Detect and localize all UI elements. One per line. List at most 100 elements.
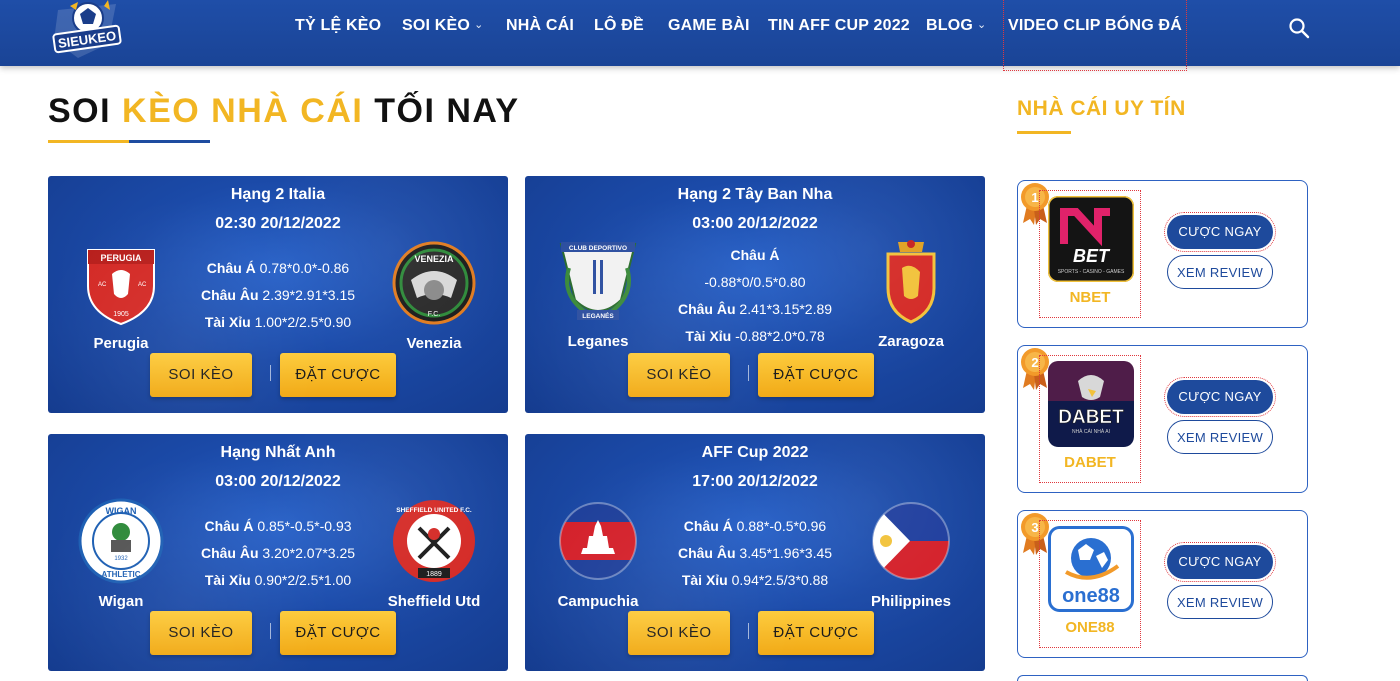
crest-text: SHEFFIELD UNITED F.C. bbox=[396, 507, 472, 514]
odds-label: Châu Âu bbox=[677, 545, 736, 561]
dat-cuoc-button[interactable]: ĐẶT CƯỢC bbox=[280, 611, 396, 655]
team-name: Perugia bbox=[93, 335, 149, 352]
logo-text: DABET bbox=[1058, 407, 1124, 428]
nav-soi-keo[interactable]: SOI KÈO ⌄ bbox=[402, 17, 484, 35]
logo-text: SPORTS - CASINO - GAMES bbox=[1058, 269, 1125, 275]
rank-number: 3 bbox=[1031, 520, 1038, 535]
match-card: Hạng Nhất Anh 03:00 20/12/2022 WIGAN 193… bbox=[48, 434, 508, 671]
bookie-logo-link[interactable]: BET SPORTS - CASINO - GAMES NBET bbox=[1039, 190, 1141, 318]
title-part2: TỐI NAY bbox=[363, 92, 520, 130]
match-card: Hạng 2 Tây Ban Nha 03:00 20/12/2022 CLUB… bbox=[525, 176, 985, 413]
odds-label: Châu Á bbox=[206, 260, 256, 276]
philippines-flag-icon bbox=[872, 502, 950, 580]
odds-value: 0.78*0.0*-0.86 bbox=[259, 260, 350, 276]
away-team[interactable]: Zaragoza bbox=[851, 238, 971, 350]
match-actions: SOI KÈO ĐẶT CƯỢC bbox=[525, 611, 985, 655]
match-time: 17:00 20/12/2022 bbox=[692, 473, 818, 490]
bookie-name: ONE88 bbox=[1065, 619, 1115, 636]
nav-lo-de[interactable]: LÔ ĐỀ bbox=[594, 17, 644, 35]
odds-label: Châu Âu bbox=[200, 545, 259, 561]
nav-game-bai[interactable]: GAME BÀI bbox=[668, 17, 750, 35]
xem-review-button[interactable]: XEM REVIEW bbox=[1167, 255, 1273, 289]
dat-cuoc-button[interactable]: ĐẶT CƯỢC bbox=[280, 353, 396, 397]
nav-nha-cai[interactable]: NHÀ CÁI bbox=[506, 17, 574, 35]
match-time: 03:00 20/12/2022 bbox=[692, 215, 818, 232]
odds-value: 3.20*2.07*3.25 bbox=[262, 545, 356, 561]
nav-label: SOI KÈO bbox=[402, 17, 471, 34]
soi-keo-button[interactable]: SOI KÈO bbox=[628, 353, 730, 397]
odds-label: Châu Á bbox=[730, 247, 780, 263]
site-header: SIEUKEO TỶ LỆ KÈO SOI KÈO ⌄ NHÀ CÁI LÔ ĐỀ… bbox=[0, 0, 1400, 71]
team-name: Zaragoza bbox=[878, 333, 944, 350]
away-team[interactable]: SHEFFIELD UNITED F.C. 1889 Sheffield Utd bbox=[374, 498, 494, 610]
odds-value: 0.90*2/2.5*1.00 bbox=[254, 572, 352, 588]
match-league: Hạng Nhất Anh bbox=[220, 444, 336, 461]
match-league: Hạng 2 Italia bbox=[230, 186, 326, 203]
dabet-logo-icon: DABET NHÀ CÁI NHÀ AI bbox=[1048, 361, 1134, 447]
crest-text: VENEZIA bbox=[414, 254, 454, 264]
match-league: Hạng 2 Tây Ban Nha bbox=[677, 186, 833, 203]
cuoc-ngay-button[interactable]: CƯỢC NGAY bbox=[1164, 377, 1276, 417]
site-logo[interactable]: SIEUKEO bbox=[48, 0, 126, 60]
one88-logo-icon: one88 bbox=[1048, 526, 1134, 612]
nav-video-clip[interactable]: VIDEO CLIP BÓNG ĐÁ bbox=[1003, 0, 1187, 71]
match-card: Hạng 2 Italia 02:30 20/12/2022 PERUGIA A… bbox=[48, 176, 508, 413]
dat-cuoc-button[interactable]: ĐẶT CƯỢC bbox=[758, 353, 874, 397]
bookie-logo-link[interactable]: one88 ONE88 bbox=[1039, 520, 1141, 648]
bookie-logo-link[interactable]: DABET NHÀ CÁI NHÀ AI DABET bbox=[1039, 355, 1141, 483]
match-actions: SOI KÈO ĐẶT CƯỢC bbox=[48, 611, 508, 655]
crest-text: 1889 bbox=[426, 571, 442, 578]
soi-keo-button[interactable]: SOI KÈO bbox=[628, 611, 730, 655]
odds-label: Tài Xỉu bbox=[685, 328, 732, 344]
bookie-card-one88: 3 one88 ONE88 CƯỢC NGAY XEM REVIEW bbox=[1017, 510, 1308, 658]
title-part1: SOI bbox=[48, 92, 123, 130]
sidebar-title: NHÀ CÁI UY TÍN bbox=[1017, 97, 1186, 120]
match-actions: SOI KÈO ĐẶT CƯỢC bbox=[525, 353, 985, 397]
odds-value: 0.85*-0.5*-0.93 bbox=[257, 518, 352, 534]
away-team[interactable]: VENEZIA F.C. Venezia bbox=[374, 240, 494, 352]
search-icon[interactable] bbox=[1288, 17, 1310, 39]
odds-label: Châu Á bbox=[683, 518, 733, 534]
nbet-logo-icon: BET SPORTS - CASINO - GAMES bbox=[1048, 196, 1134, 282]
rank-number: 1 bbox=[1031, 190, 1038, 205]
team-name: Philippines bbox=[870, 593, 951, 610]
bookie-card-dabet: 2 DABET NHÀ CÁI NHÀ AI DABET CƯỢC NGAY X… bbox=[1017, 345, 1308, 493]
xem-review-button[interactable]: XEM REVIEW bbox=[1167, 420, 1273, 454]
bookie-name: DABET bbox=[1064, 454, 1116, 471]
sidebar-title-underline bbox=[1017, 131, 1071, 134]
chevron-down-icon: ⌄ bbox=[977, 19, 987, 31]
match-actions: SOI KÈO ĐẶT CƯỢC bbox=[48, 353, 508, 397]
odds-label: Châu Âu bbox=[677, 301, 736, 317]
cuoc-ngay-button[interactable]: CƯỢC NGAY bbox=[1164, 212, 1276, 252]
logo-text: BET bbox=[1073, 246, 1111, 266]
venezia-crest-icon: VENEZIA F.C. bbox=[392, 241, 476, 325]
soi-keo-button[interactable]: SOI KÈO bbox=[150, 353, 252, 397]
nav-label: LÔ ĐỀ bbox=[594, 17, 644, 34]
nav-ty-le-keo[interactable]: TỶ LỆ KÈO bbox=[295, 17, 381, 35]
rank-number: 2 bbox=[1031, 355, 1038, 370]
team-name: Wigan bbox=[98, 593, 144, 610]
match-time: 03:00 20/12/2022 bbox=[215, 473, 341, 490]
nav-label: NHÀ CÁI bbox=[506, 17, 575, 34]
nav-label: VIDEO CLIP BÓNG ĐÁ bbox=[1008, 17, 1182, 34]
away-team[interactable]: Philippines bbox=[851, 498, 971, 610]
odds-value: 0.94*2.5/3*0.88 bbox=[731, 572, 829, 588]
page-title: SOI KÈO NHÀ CÁI TỐI NAY bbox=[48, 92, 520, 131]
odds-value: -0.88*2.0*0.78 bbox=[735, 328, 825, 344]
logo-text: NHÀ CÁI NHÀ AI bbox=[1072, 428, 1110, 435]
odds-value: -0.88*0/0.5*0.80 bbox=[704, 274, 806, 290]
bookie-card-partial bbox=[1017, 675, 1308, 681]
team-name: Campuchia bbox=[557, 593, 639, 610]
odds-value: 0.88*-0.5*0.96 bbox=[736, 518, 827, 534]
title-accent: KÈO NHÀ CÁI bbox=[122, 92, 364, 130]
crest-text: F.C. bbox=[428, 311, 441, 318]
dat-cuoc-button[interactable]: ĐẶT CƯỢC bbox=[758, 611, 874, 655]
nav-blog[interactable]: BLOG ⌄ bbox=[926, 17, 986, 35]
nav-label: TIN AFF CUP 2022 bbox=[768, 17, 910, 34]
nav-tin-aff-cup[interactable]: TIN AFF CUP 2022 bbox=[768, 17, 910, 35]
bookie-name: NBET bbox=[1069, 289, 1111, 306]
xem-review-button[interactable]: XEM REVIEW bbox=[1167, 585, 1273, 619]
soi-keo-button[interactable]: SOI KÈO bbox=[150, 611, 252, 655]
cuoc-ngay-button[interactable]: CƯỢC NGAY bbox=[1164, 542, 1276, 582]
nav-label: BLOG bbox=[926, 17, 974, 34]
